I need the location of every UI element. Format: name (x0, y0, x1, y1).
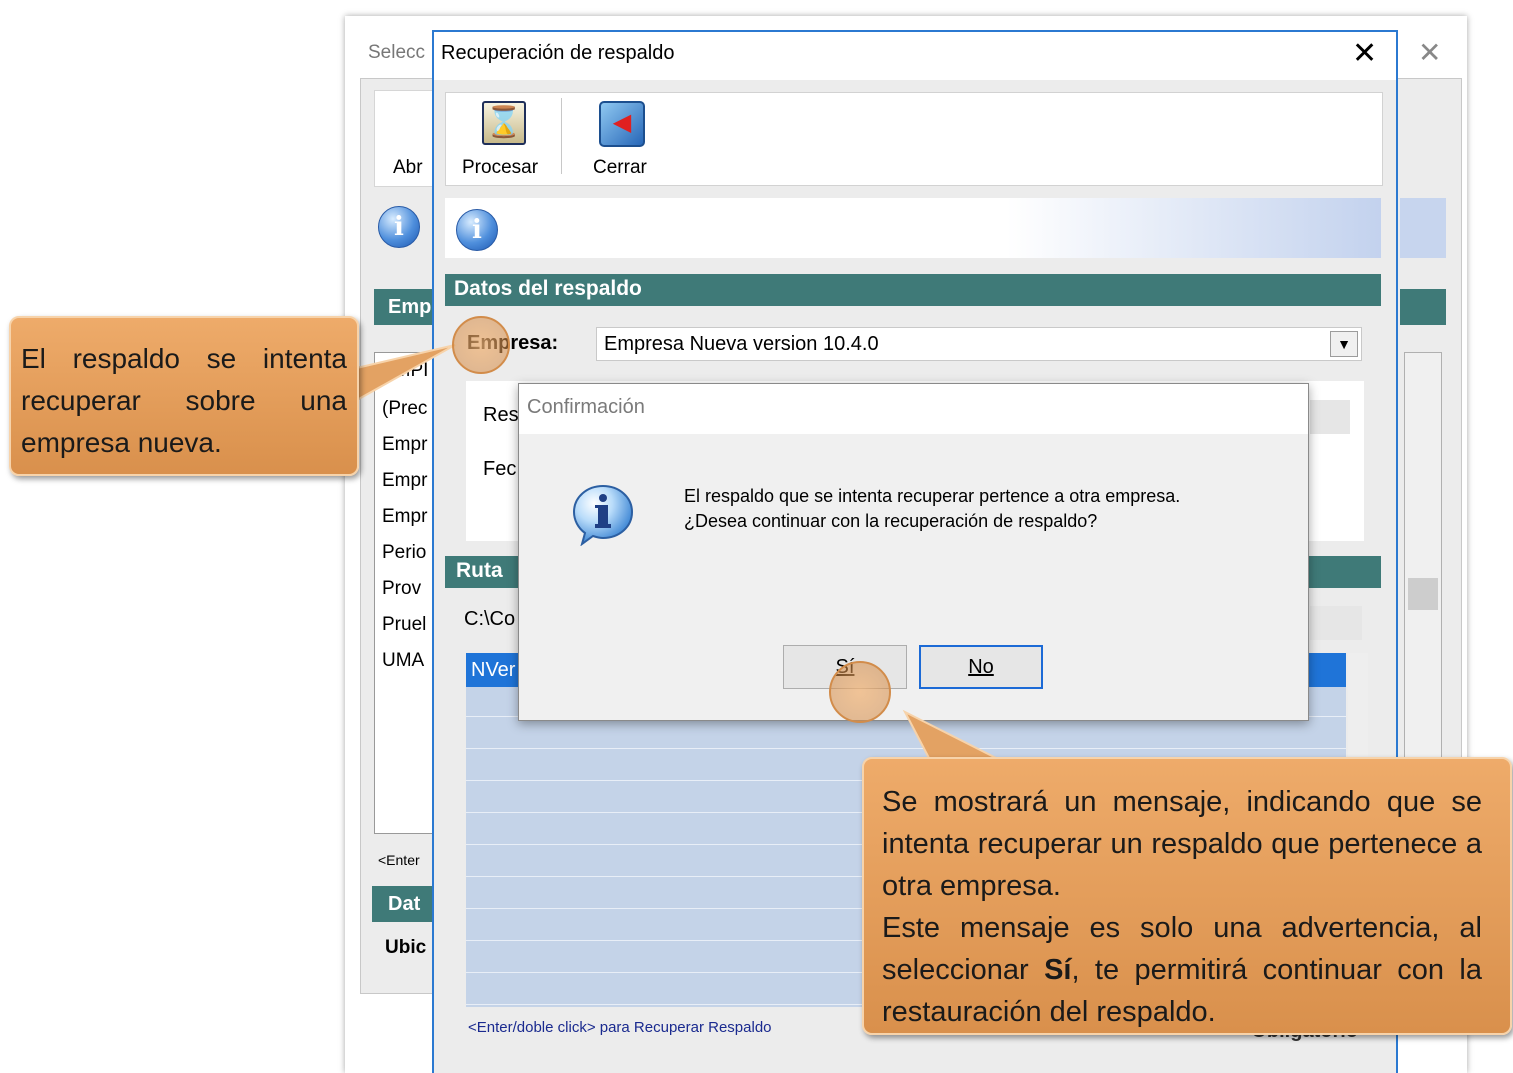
callout-left: El respaldo se intenta recuperar sobre u… (9, 316, 359, 476)
highlight-ring-si (829, 661, 891, 723)
highlight-ring-empresa (452, 316, 510, 374)
callout-right-paragraph-1: Se mostrará un mensaje, indicando que se… (882, 786, 1482, 902)
callout-right-paragraph-2: Este mensaje es solo una advertencia, al… (882, 907, 1482, 1033)
callout-right: Se mostrará un mensaje, indicando que se… (862, 757, 1512, 1035)
callout-right-bold-si: Sí (1044, 954, 1072, 986)
